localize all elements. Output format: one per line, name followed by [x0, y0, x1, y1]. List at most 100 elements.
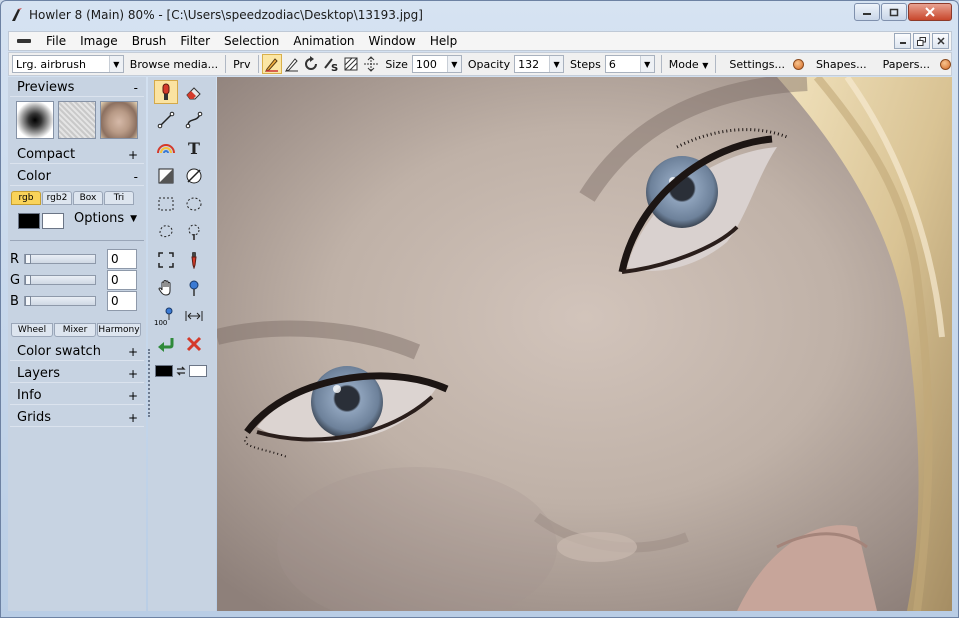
- eraser-tool[interactable]: [182, 80, 206, 104]
- image-canvas[interactable]: [217, 77, 952, 611]
- swap-colors-icon[interactable]: [175, 365, 187, 377]
- color-swatch-header[interactable]: Color swatch +: [10, 343, 144, 361]
- green-value-field[interactable]: 0: [107, 270, 137, 290]
- opacity-select[interactable]: 132 ▼: [514, 55, 565, 73]
- color-header[interactable]: Color -: [10, 168, 144, 186]
- rotate-brush-button[interactable]: [302, 54, 322, 74]
- text-tool[interactable]: T: [182, 136, 206, 160]
- menu-file[interactable]: File: [39, 34, 73, 48]
- shapes-button[interactable]: Shapes...: [812, 58, 871, 71]
- slider-thumb[interactable]: [25, 275, 31, 285]
- slider-thumb[interactable]: [25, 296, 31, 306]
- menu-selection[interactable]: Selection: [217, 34, 286, 48]
- color-label: Color: [17, 169, 51, 184]
- howler-app-icon[interactable]: [9, 7, 25, 23]
- compact-header[interactable]: Compact +: [10, 146, 144, 164]
- tool-palette: T 100: [148, 77, 216, 611]
- apply-tool[interactable]: [154, 332, 178, 356]
- layers-header[interactable]: Layers +: [10, 365, 144, 383]
- settings-reset-icon[interactable]: [792, 58, 804, 70]
- brush-preset-select[interactable]: Lrg. airbrush ▼: [12, 55, 124, 73]
- texture-toggle-button[interactable]: [341, 54, 361, 74]
- grids-header[interactable]: Grids +: [10, 409, 144, 427]
- menu-image[interactable]: Image: [73, 34, 125, 48]
- steps-value: 6: [608, 57, 616, 71]
- menu-filter[interactable]: Filter: [173, 34, 217, 48]
- background-color-mini[interactable]: [189, 365, 207, 377]
- menu-brush[interactable]: Brush: [125, 34, 174, 48]
- size-select[interactable]: 100 ▼: [411, 55, 462, 73]
- hand-tool[interactable]: [154, 276, 178, 300]
- tab-tri[interactable]: Tri: [104, 191, 134, 205]
- tab-rgb[interactable]: rgb: [11, 191, 41, 205]
- cancel-tool[interactable]: [182, 332, 206, 356]
- minimize-button[interactable]: [854, 3, 880, 21]
- fill-rect-icon: [158, 168, 174, 184]
- blue-value-field[interactable]: 0: [107, 291, 137, 311]
- settings-button[interactable]: Settings...: [725, 58, 789, 71]
- steps-select[interactable]: 6 ▼: [604, 55, 655, 73]
- smooth-stroke-button[interactable]: S: [321, 54, 341, 74]
- eyedropper-tool[interactable]: [182, 248, 206, 272]
- image-thumbnail[interactable]: [100, 101, 138, 139]
- info-label: Info: [17, 388, 42, 403]
- papers-reset-icon[interactable]: [940, 58, 951, 70]
- lasso-tool[interactable]: [154, 220, 178, 244]
- tab-mixer[interactable]: Mixer: [54, 323, 96, 337]
- airbrush-tool[interactable]: [154, 80, 178, 104]
- red-value-field[interactable]: 0: [107, 249, 137, 269]
- menu-window[interactable]: Window: [362, 34, 423, 48]
- minimize-icon: [863, 13, 871, 15]
- tab-rgb2[interactable]: rgb2: [42, 191, 72, 205]
- options-button[interactable]: Options ▼: [74, 211, 137, 226]
- menu-animation[interactable]: Animation: [286, 34, 361, 48]
- zoom-100-tool[interactable]: 100: [154, 304, 178, 328]
- browse-media-button[interactable]: Browse media...: [126, 58, 222, 71]
- doc-restore-button[interactable]: [913, 33, 930, 49]
- red-slider[interactable]: [24, 254, 96, 264]
- slider-thumb[interactable]: [25, 254, 31, 264]
- preview-button[interactable]: Prv: [229, 58, 254, 71]
- clear-tool[interactable]: [182, 164, 206, 188]
- smooth-stroke-icon: S: [324, 58, 339, 72]
- pin-icon: [189, 280, 199, 296]
- tab-wheel[interactable]: Wheel: [11, 323, 53, 337]
- menu-help[interactable]: Help: [423, 34, 464, 48]
- svg-text:S: S: [331, 63, 338, 72]
- paper-preview[interactable]: [58, 101, 96, 139]
- magic-wand-tool[interactable]: [182, 220, 206, 244]
- doc-close-button[interactable]: [932, 33, 949, 49]
- expand-icon: +: [127, 147, 138, 162]
- tab-box[interactable]: Box: [73, 191, 103, 205]
- rect-selection-icon: [158, 197, 174, 211]
- foreground-color-mini[interactable]: [155, 365, 173, 377]
- pencil-mode-button[interactable]: [261, 54, 282, 74]
- menu-grip-icon[interactable]: [17, 39, 31, 43]
- caret-down-icon: ▼: [130, 213, 138, 224]
- previews-header[interactable]: Previews -: [10, 79, 144, 97]
- crop-tool[interactable]: [154, 248, 178, 272]
- gradient-tool[interactable]: [154, 136, 178, 160]
- symmetry-button[interactable]: [361, 54, 381, 74]
- close-button[interactable]: [908, 3, 952, 21]
- green-slider[interactable]: [24, 275, 96, 285]
- brush-preview[interactable]: [16, 101, 54, 139]
- blue-slider[interactable]: [24, 296, 96, 306]
- fill-tool[interactable]: [154, 164, 178, 188]
- info-header[interactable]: Info +: [10, 387, 144, 405]
- fit-width-tool[interactable]: [182, 304, 206, 328]
- rect-select-tool[interactable]: [154, 192, 178, 216]
- ellipse-select-tool[interactable]: [182, 192, 206, 216]
- doc-minimize-button[interactable]: [894, 33, 911, 49]
- foreground-color-swatch[interactable]: [18, 213, 40, 229]
- panel-splitter-grip[interactable]: [148, 349, 151, 417]
- maximize-button[interactable]: [881, 3, 907, 21]
- mode-button[interactable]: Mode ▼: [665, 58, 713, 71]
- background-color-swatch[interactable]: [42, 213, 64, 229]
- pin-tool[interactable]: [182, 276, 206, 300]
- line-tool[interactable]: [154, 108, 178, 132]
- pen-mode-button[interactable]: [282, 54, 302, 74]
- papers-button[interactable]: Papers...: [879, 58, 934, 71]
- tab-harmony[interactable]: Harmony: [97, 323, 141, 337]
- curve-tool[interactable]: [182, 108, 206, 132]
